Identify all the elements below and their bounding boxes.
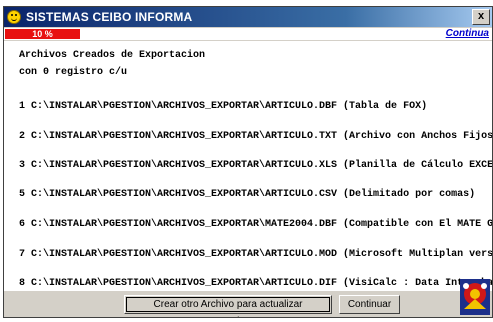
file-line: 7 C:\INSTALAR\PGESTION\ARCHIVOS_EXPORTAR… [19, 249, 493, 260]
report-header-count: con 0 registro c/u [19, 67, 128, 78]
report-header-title: Archivos Creados de Exportacion [19, 50, 206, 61]
button-bar: Crear otro Archivo para actualizar Sucur… [4, 279, 492, 317]
file-line: 8 C:\INSTALAR\PGESTION\ARCHIVOS_EXPORTAR… [19, 278, 492, 289]
message-window: SISTEMAS CEIBO INFORMA x 10 % Continua A… [3, 6, 493, 318]
file-line: 3 C:\INSTALAR\PGESTION\ARCHIVOS_EXPORTAR… [19, 160, 493, 171]
continue-link[interactable]: Continua [446, 28, 489, 40]
create-archive-button[interactable]: Crear otro Archivo para actualizar Sucur… [124, 295, 332, 317]
window-title: SISTEMAS CEIBO INFORMA [26, 10, 193, 24]
continue-button[interactable]: Continuar [339, 295, 400, 314]
title-bar[interactable]: SISTEMAS CEIBO INFORMA x [4, 7, 492, 27]
progress-row: 10 % Continua [4, 28, 492, 40]
file-line: 1 C:\INSTALAR\PGESTION\ARCHIVOS_EXPORTAR… [19, 101, 428, 112]
export-report: Archivos Creados de Exportacion con 0 re… [4, 41, 492, 291]
close-button[interactable]: x [472, 9, 490, 25]
file-line: 5 C:\INSTALAR\PGESTION\ARCHIVOS_EXPORTAR… [19, 189, 476, 200]
progress-label: 10 % [32, 29, 53, 39]
file-line: 2 C:\INSTALAR\PGESTION\ARCHIVOS_EXPORTAR… [19, 131, 493, 142]
progress-bar: 10 % [5, 29, 80, 39]
ceibo-logo-icon [460, 279, 490, 315]
file-line: 6 C:\INSTALAR\PGESTION\ARCHIVOS_EXPORTAR… [19, 219, 493, 230]
smiley-icon [7, 10, 21, 24]
